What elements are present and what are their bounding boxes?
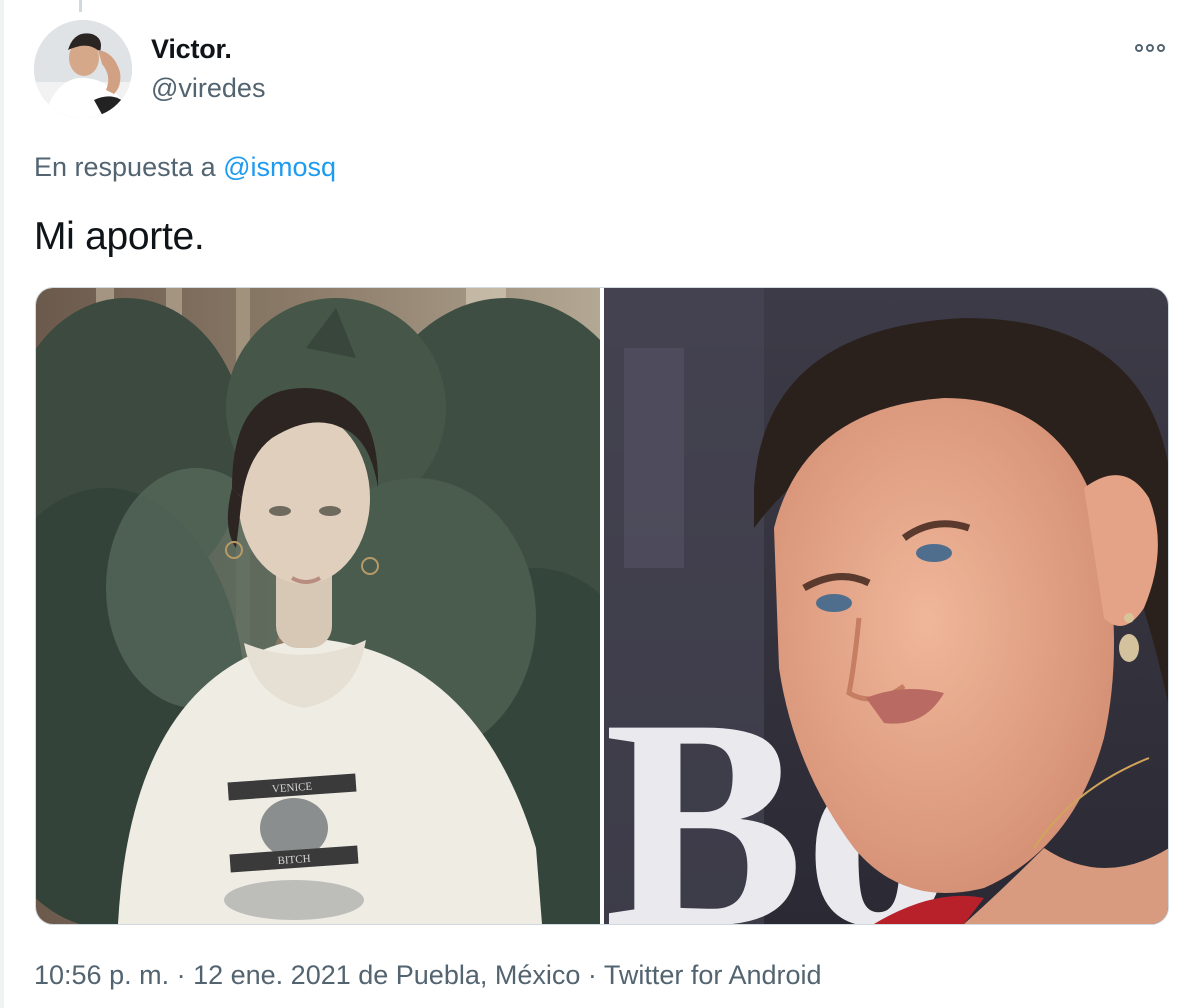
- shirt-print-bottom-text: BITCH: [277, 853, 311, 867]
- thread-connector: [79, 0, 82, 12]
- tweet-time[interactable]: 10:56 p. m.: [34, 960, 169, 990]
- reply-to-handle-link[interactable]: @ismosq: [223, 152, 336, 182]
- dot-icon: [1135, 44, 1143, 52]
- author-handle[interactable]: @viredes: [151, 73, 265, 104]
- tweet-photo-left[interactable]: VENICE BITCH: [36, 288, 600, 924]
- tweet-location: de Puebla, México: [350, 960, 581, 990]
- tweet-text: Mi aporte.: [34, 215, 205, 258]
- dot-icon: [1146, 44, 1154, 52]
- author-display-name[interactable]: Victor.: [151, 34, 232, 65]
- meta-separator: ·: [580, 960, 604, 990]
- tweet-metadata: 10:56 p. m. · 12 ene. 2021 de Puebla, Mé…: [34, 960, 822, 991]
- meta-separator: ·: [169, 960, 194, 990]
- tweet-photo-right[interactable]: Bo: [604, 288, 1168, 924]
- photo-woman-white-tshirt: VENICE BITCH: [36, 288, 600, 924]
- avatar-photo: [34, 20, 132, 118]
- tweet-source-link[interactable]: Twitter for Android: [604, 960, 822, 990]
- dot-icon: [1157, 44, 1165, 52]
- tweet-date[interactable]: 12 ene. 2021: [193, 960, 351, 990]
- timeline-divider: [0, 0, 4, 1008]
- reply-context: En respuesta a @ismosq: [34, 152, 336, 183]
- reply-prefix: En respuesta a: [34, 152, 216, 182]
- photo-woman-closeup: Bo: [604, 288, 1168, 924]
- more-options-icon[interactable]: [1126, 36, 1174, 60]
- tweet-media: VENICE BITCH Bo: [35, 287, 1169, 925]
- avatar[interactable]: [34, 20, 132, 118]
